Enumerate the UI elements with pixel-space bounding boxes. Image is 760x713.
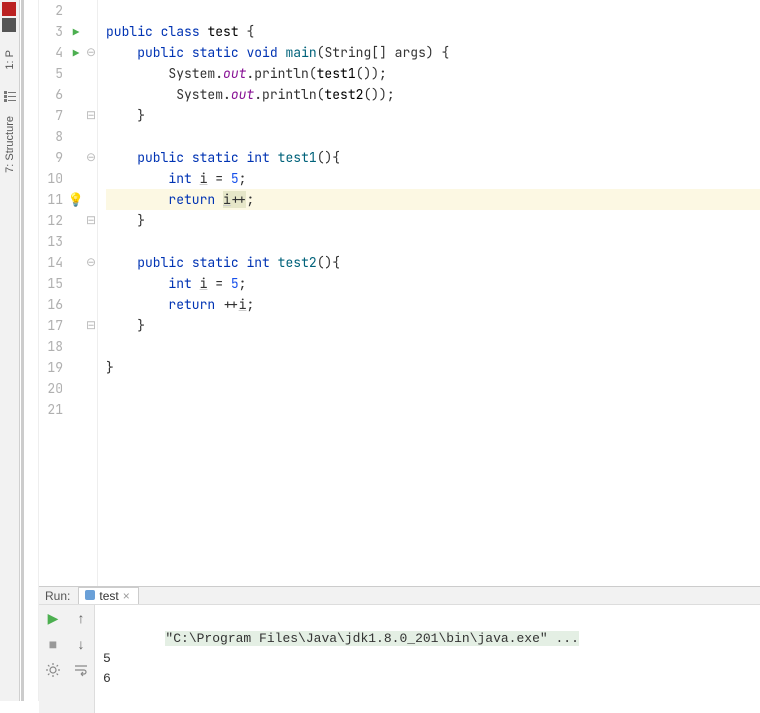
- code-line[interactable]: }: [106, 357, 760, 378]
- code-line[interactable]: public class test {: [106, 21, 760, 42]
- code-line[interactable]: [106, 336, 760, 357]
- fold-collapse-end-icon[interactable]: ⊟: [86, 317, 96, 333]
- structure-tool-tab[interactable]: 7: Structure: [4, 116, 16, 173]
- run-gutter-icon[interactable]: ▶: [73, 26, 80, 40]
- code-line[interactable]: [106, 231, 760, 252]
- down-stack-button[interactable]: ↓: [67, 631, 95, 657]
- code-line[interactable]: return ++i;: [106, 294, 760, 315]
- run-toolbar: ▶ ↑ ■ ↓: [39, 605, 95, 713]
- fold-expand-icon[interactable]: ⊖: [86, 149, 96, 165]
- run-config-tab[interactable]: test ×: [78, 587, 138, 604]
- code-line[interactable]: }: [106, 105, 760, 126]
- console-command-line: "C:\Program Files\Java\jdk1.8.0_201\bin\…: [165, 631, 578, 646]
- console-output[interactable]: "C:\Program Files\Java\jdk1.8.0_201\bin\…: [95, 605, 760, 713]
- pdf-file-icon: [2, 2, 16, 16]
- folder-icon: [2, 18, 16, 32]
- line-number[interactable]: 13: [39, 231, 63, 252]
- intention-bulb-icon[interactable]: 💡: [68, 191, 84, 208]
- line-number[interactable]: 19: [39, 357, 63, 378]
- stop-button[interactable]: ■: [39, 631, 67, 657]
- code-line[interactable]: }: [106, 315, 760, 336]
- fold-expand-icon[interactable]: ⊖: [86, 254, 96, 270]
- run-config-name: test: [99, 589, 118, 603]
- line-number[interactable]: 7: [39, 105, 63, 126]
- layout-settings-button[interactable]: [39, 657, 67, 683]
- line-number[interactable]: 18: [39, 336, 63, 357]
- project-tool-tab[interactable]: 1: P: [4, 50, 16, 70]
- editor-gutter[interactable]: 23456789101112131415161718192021 ▶ ▶ 💡 ⊖ ⊟ ⊖…: [39, 0, 98, 586]
- code-line[interactable]: return i++;: [106, 189, 760, 210]
- fold-collapse-end-icon[interactable]: ⊟: [86, 107, 96, 123]
- soft-wrap-button[interactable]: [67, 657, 95, 683]
- line-number[interactable]: 2: [39, 0, 63, 21]
- line-number[interactable]: 3: [39, 21, 63, 42]
- run-tool-window: Run: test × ▶ ↑ ■ ↓ "C:\Program: [39, 586, 760, 701]
- fold-collapse-end-icon[interactable]: ⊟: [86, 212, 96, 228]
- code-line[interactable]: public static int test2(){: [106, 252, 760, 273]
- line-number[interactable]: 16: [39, 294, 63, 315]
- tool-window-bar[interactable]: 1: P 7: Structure: [0, 0, 20, 701]
- editor-left-margin: [20, 0, 39, 701]
- rerun-button[interactable]: ▶: [39, 605, 67, 631]
- line-number[interactable]: 5: [39, 63, 63, 84]
- code-line[interactable]: [106, 0, 760, 21]
- up-stack-button[interactable]: ↑: [67, 605, 95, 631]
- line-number[interactable]: 17: [39, 315, 63, 336]
- code-line[interactable]: System.out.println(test2());: [106, 84, 760, 105]
- run-config-icon: [85, 589, 95, 603]
- line-number[interactable]: 12: [39, 210, 63, 231]
- code-line[interactable]: int i = 5;: [106, 273, 760, 294]
- line-number[interactable]: 11: [39, 189, 63, 210]
- code-line[interactable]: public static int test1(){: [106, 147, 760, 168]
- line-number[interactable]: 6: [39, 84, 63, 105]
- structure-icon: [4, 91, 16, 103]
- run-panel-header: Run: test ×: [39, 587, 760, 605]
- line-number[interactable]: 9: [39, 147, 63, 168]
- code-line[interactable]: System.out.println(test1());: [106, 63, 760, 84]
- code-editor[interactable]: 23456789101112131415161718192021 ▶ ▶ 💡 ⊖ ⊟ ⊖…: [39, 0, 760, 586]
- close-icon[interactable]: ×: [123, 589, 130, 603]
- code-line[interactable]: [106, 378, 760, 399]
- run-gutter-icon[interactable]: ▶: [73, 47, 80, 61]
- fold-expand-icon[interactable]: ⊖: [86, 44, 96, 60]
- line-number[interactable]: 8: [39, 126, 63, 147]
- line-number[interactable]: 10: [39, 168, 63, 189]
- line-number[interactable]: 15: [39, 273, 63, 294]
- line-number[interactable]: 20: [39, 378, 63, 399]
- line-number[interactable]: 4: [39, 42, 63, 63]
- code-line[interactable]: }: [106, 210, 760, 231]
- line-number[interactable]: 21: [39, 399, 63, 420]
- line-number[interactable]: 14: [39, 252, 63, 273]
- code-line[interactable]: public static void main(String[] args) {: [106, 42, 760, 63]
- code-line[interactable]: [106, 399, 760, 420]
- console-line: 5: [103, 651, 111, 666]
- run-panel-label: Run:: [45, 589, 70, 603]
- code-line[interactable]: int i = 5;: [106, 168, 760, 189]
- console-line: 6: [103, 671, 111, 686]
- code-line[interactable]: [106, 126, 760, 147]
